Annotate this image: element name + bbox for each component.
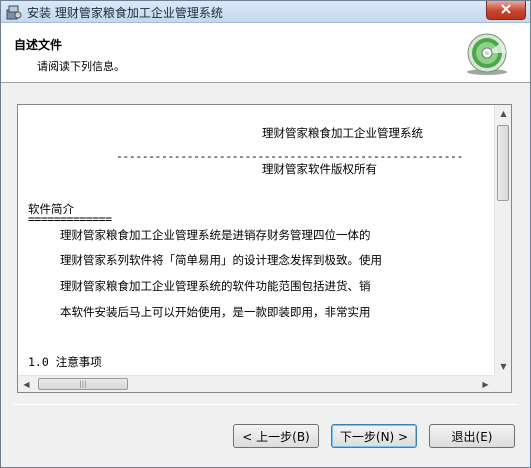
readme-text[interactable]: 理财管家粮食加工企业管理系统 -------------------------… xyxy=(18,105,494,375)
readme-line: 1.0 注意事项 xyxy=(28,355,102,369)
close-button[interactable] xyxy=(486,1,526,20)
scrollbar-corner xyxy=(494,375,511,392)
horizontal-scrollbar[interactable]: ◀ ||| ▶ xyxy=(18,375,494,392)
installer-icon xyxy=(6,4,22,20)
horizontal-scroll-thumb[interactable]: ||| xyxy=(38,378,128,390)
title-bar[interactable]: 安装 理财管家粮食加工企业管理系统 xyxy=(1,1,530,23)
readme-line: 理财管家系列软件将「简单易用」的设计理念发挥到极致。使用 xyxy=(60,253,382,267)
readme-line: ============= xyxy=(28,212,112,226)
readme-viewer[interactable]: 理财管家粮食加工企业管理系统 -------------------------… xyxy=(17,104,512,393)
readme-line: 本软件安装后马上可以开始使用，是一款即装即用，非常实用 xyxy=(60,305,371,319)
exit-button[interactable]: 退出(E) xyxy=(429,424,515,448)
scroll-right-icon[interactable]: ▶ xyxy=(477,376,494,393)
scroll-down-icon[interactable]: ▼ xyxy=(495,358,512,375)
page-title: 自述文件 xyxy=(14,38,63,52)
installer-window: 安装 理财管家粮食加工企业管理系统 自述文件 请阅读下列信息。 理财管家粮食加工… xyxy=(0,0,531,468)
next-button[interactable]: 下一步(N) > xyxy=(331,424,417,448)
vertical-scrollbar[interactable]: ▲ ▼ xyxy=(494,105,511,375)
back-button[interactable]: < 上一步(B) xyxy=(233,424,319,448)
readme-line: 理财管家粮食加工企业管理系统的软件功能范围包括进货、销 xyxy=(60,279,371,293)
window-title: 安装 理财管家粮食加工企业管理系统 xyxy=(27,6,223,20)
page-subtitle: 请阅读下列信息。 xyxy=(37,60,125,73)
cd-disc-icon xyxy=(462,32,512,76)
readme-line: 理财管家粮食加工企业管理系统是进销存财务管理四位一体的 xyxy=(60,228,371,242)
vertical-scroll-thumb[interactable] xyxy=(497,125,509,201)
readme-line: 理财管家粮食加工企业管理系统 xyxy=(262,126,423,140)
footer-divider xyxy=(13,404,518,405)
close-icon xyxy=(500,3,512,18)
scroll-up-icon[interactable]: ▲ xyxy=(495,105,512,122)
wizard-header: 自述文件 请阅读下列信息。 xyxy=(1,23,530,83)
readme-line: 理财管家软件版权所有 xyxy=(262,162,377,176)
scroll-left-icon[interactable]: ◀ xyxy=(18,376,35,393)
